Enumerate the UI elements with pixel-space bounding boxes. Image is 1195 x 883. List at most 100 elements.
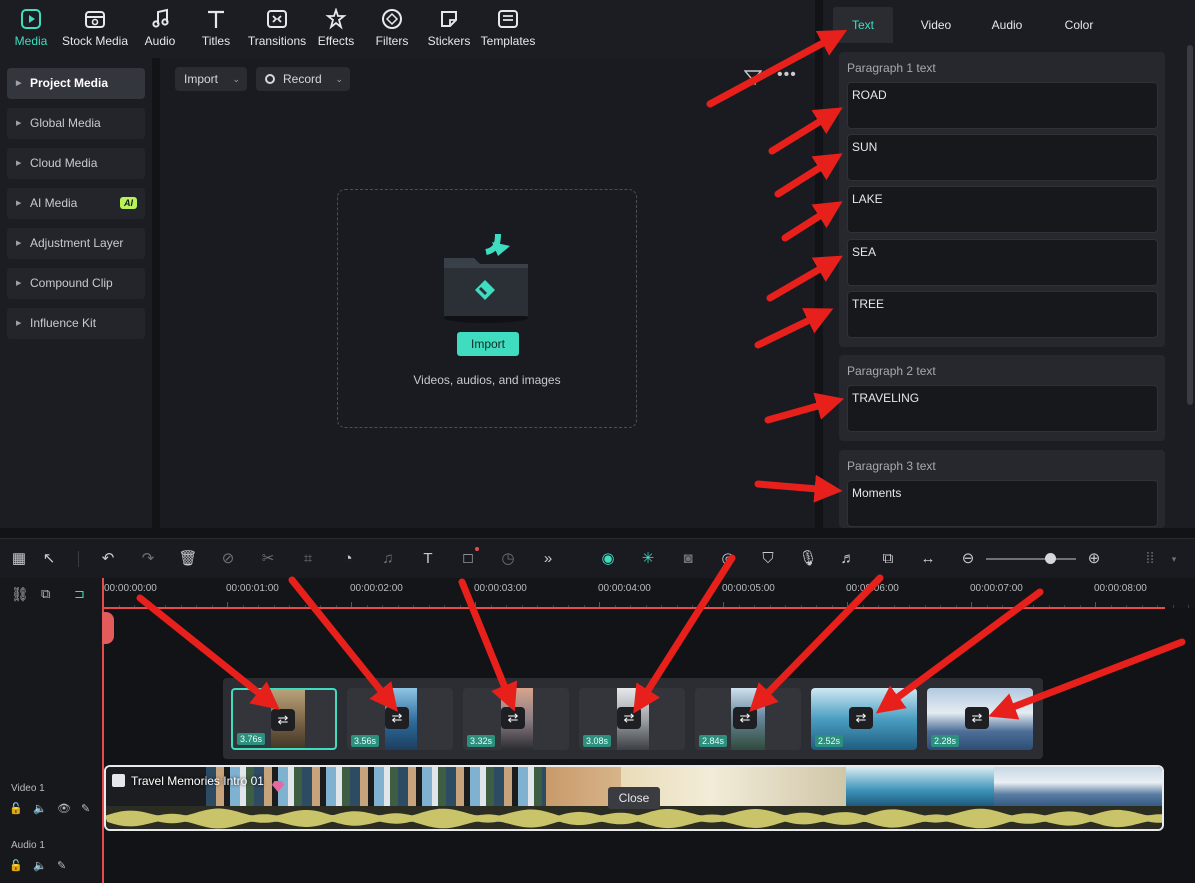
tab-color[interactable]: Color: [1049, 7, 1109, 43]
replace-media-icon[interactable]: ⧉: [878, 549, 898, 569]
record-dropdown[interactable]: Record⌄: [256, 67, 350, 91]
crop-icon[interactable]: ⌗: [298, 549, 318, 569]
tab-templates[interactable]: Templates: [473, 8, 543, 48]
magic-wand-icon[interactable]: ✎: [57, 859, 66, 872]
text-field-sea[interactable]: SEA: [847, 239, 1158, 286]
delete-icon[interactable]: 🗑: [178, 549, 198, 569]
text-field-moments[interactable]: Moments: [847, 480, 1158, 527]
layout-grid-icon[interactable]: ▦: [9, 549, 29, 569]
shield-icon[interactable]: ⛉: [758, 549, 778, 569]
sidebar-item-global-media[interactable]: ▶Global Media: [7, 108, 145, 139]
filter-icon[interactable]: [744, 70, 762, 86]
tab-text[interactable]: Text: [833, 7, 893, 43]
zoom-out-icon[interactable]: ⊖: [958, 549, 978, 569]
text-field-lake[interactable]: LAKE: [847, 186, 1158, 233]
sidebar-item-ai-media[interactable]: ▶AI MediaAI: [7, 188, 145, 219]
tab-templates-label: Templates: [481, 34, 536, 48]
replace-icon[interactable]: ⇄: [385, 707, 409, 729]
close-tooltip[interactable]: Close: [608, 787, 660, 809]
sidebar-item-label: AI Media: [30, 196, 77, 210]
zoom-slider[interactable]: [986, 558, 1076, 560]
zoom-slider-handle[interactable]: [1045, 553, 1056, 564]
zoom-in-icon[interactable]: ⊕: [1084, 549, 1104, 569]
scene-clip[interactable]: ⇄ 3.32s: [463, 688, 569, 750]
playhead-handle[interactable]: [102, 612, 114, 644]
add-track-icon[interactable]: ⧉: [41, 586, 50, 602]
sidebar-item-adjustment-layer[interactable]: ▶Adjustment Layer: [7, 228, 145, 259]
tab-video[interactable]: Video: [906, 7, 966, 43]
ruler-label: 00:00:03:00: [474, 583, 527, 594]
replace-icon[interactable]: ⇄: [849, 707, 873, 729]
scene-clip[interactable]: ⇄ 2.52s: [811, 688, 917, 750]
scene-clip[interactable]: ⇄ 3.08s: [579, 688, 685, 750]
magnet-icon[interactable]: ⊐: [74, 586, 85, 602]
import-dropdown[interactable]: Import⌄: [175, 67, 247, 91]
lock-icon[interactable]: 🔓: [9, 859, 23, 872]
sidebar-item-cloud-media[interactable]: ▶Cloud Media: [7, 148, 145, 179]
text-field-road[interactable]: ROAD: [847, 82, 1158, 129]
select-cursor-icon[interactable]: ↖: [39, 549, 59, 569]
scene-clip[interactable]: ⇄ 2.84s: [695, 688, 801, 750]
text-field-tree[interactable]: TREE: [847, 291, 1158, 338]
view-options-icon[interactable]: ⁞⁞: [1140, 549, 1160, 569]
replace-icon[interactable]: ⇄: [617, 707, 641, 729]
eye-icon[interactable]: 👁: [57, 802, 71, 815]
replace-icon[interactable]: ⇄: [501, 707, 525, 729]
drop-zone-import-button[interactable]: Import: [457, 332, 519, 356]
sidebar-item-compound-clip[interactable]: ▶Compound Clip: [7, 268, 145, 299]
scene-clip[interactable]: ⇄ 3.76s: [231, 688, 337, 750]
scene-clip[interactable]: ⇄ 3.56s: [347, 688, 453, 750]
link-icon[interactable]: ⛓: [11, 586, 29, 603]
record-icon: [265, 74, 275, 84]
tab-titles[interactable]: Titles: [181, 8, 251, 48]
render-icon[interactable]: ◎: [718, 549, 738, 569]
speaker-icon[interactable]: 🔈: [33, 802, 47, 815]
timeline-ruler[interactable]: 00:00:00:00 00:00:01:00 00:00:02:00 00:0…: [103, 578, 1195, 608]
more-tools-icon[interactable]: »: [538, 549, 558, 569]
work-area-bar[interactable]: [103, 607, 1165, 609]
undo-icon[interactable]: ↶: [98, 549, 118, 569]
tab-audio-props[interactable]: Audio: [977, 7, 1037, 43]
stickers-icon: [438, 8, 460, 30]
redo-icon[interactable]: ↷: [138, 549, 158, 569]
chevron-down-icon[interactable]: ▾: [1164, 549, 1184, 569]
microphone-icon[interactable]: 🎙: [798, 549, 818, 569]
chevron-down-icon: ⌄: [232, 67, 240, 91]
text-field-sun[interactable]: SUN: [847, 134, 1158, 181]
speed-icon[interactable]: ◔: [338, 549, 358, 569]
text-tool-icon[interactable]: T: [418, 549, 438, 569]
fit-timeline-icon[interactable]: ↔: [918, 549, 938, 569]
tab-stock-media[interactable]: Stock Media: [60, 8, 130, 48]
keyframe-icon[interactable]: □: [458, 549, 478, 569]
sidebar-item-influence-kit[interactable]: ▶Influence Kit: [7, 308, 145, 339]
timer-icon[interactable]: ◷: [498, 549, 518, 569]
scene-clip[interactable]: ⇄ 2.28s: [927, 688, 1033, 750]
templates-icon: [497, 8, 519, 30]
tab-media[interactable]: Media: [0, 8, 66, 48]
sidebar-item-project-media[interactable]: ▶Project Media: [7, 68, 145, 99]
magic-wand-icon[interactable]: ✎: [81, 802, 90, 815]
panel-scrollbar[interactable]: [1187, 45, 1193, 405]
ai-magic-icon[interactable]: ✳: [638, 549, 658, 569]
snapshot-icon[interactable]: ◙: [678, 549, 698, 569]
sidebar-item-label: Cloud Media: [30, 156, 97, 170]
replace-icon[interactable]: ⇄: [965, 707, 989, 729]
music-list-icon[interactable]: ♬: [838, 549, 858, 569]
paragraph-2-group: Paragraph 2 text TRAVELING: [839, 355, 1165, 441]
ruler-label: 00:00:08:00: [1094, 583, 1147, 594]
ai-copilot-icon[interactable]: ◉: [598, 549, 618, 569]
replace-icon[interactable]: ⇄: [271, 709, 295, 731]
speaker-icon[interactable]: 🔈: [33, 859, 47, 872]
ai-cut-icon[interactable]: ⊘: [218, 549, 238, 569]
audio-edit-icon[interactable]: ♫: [378, 549, 398, 569]
text-field-traveling[interactable]: TRAVELING: [847, 385, 1158, 432]
more-options-icon[interactable]: •••: [777, 70, 797, 80]
media-sidebar: ▶Project Media ▶Global Media ▶Cloud Medi…: [0, 58, 152, 528]
lock-icon[interactable]: 🔓: [9, 802, 23, 815]
replace-icon[interactable]: ⇄: [733, 707, 757, 729]
import-drop-zone[interactable]: Import Videos, audios, and images: [337, 189, 637, 428]
drop-zone-hint: Videos, audios, and images: [338, 373, 636, 387]
split-scissors-icon[interactable]: ✂: [258, 549, 278, 569]
waveform-graphic: [106, 806, 1164, 831]
tab-audio-label: Audio: [145, 34, 176, 48]
